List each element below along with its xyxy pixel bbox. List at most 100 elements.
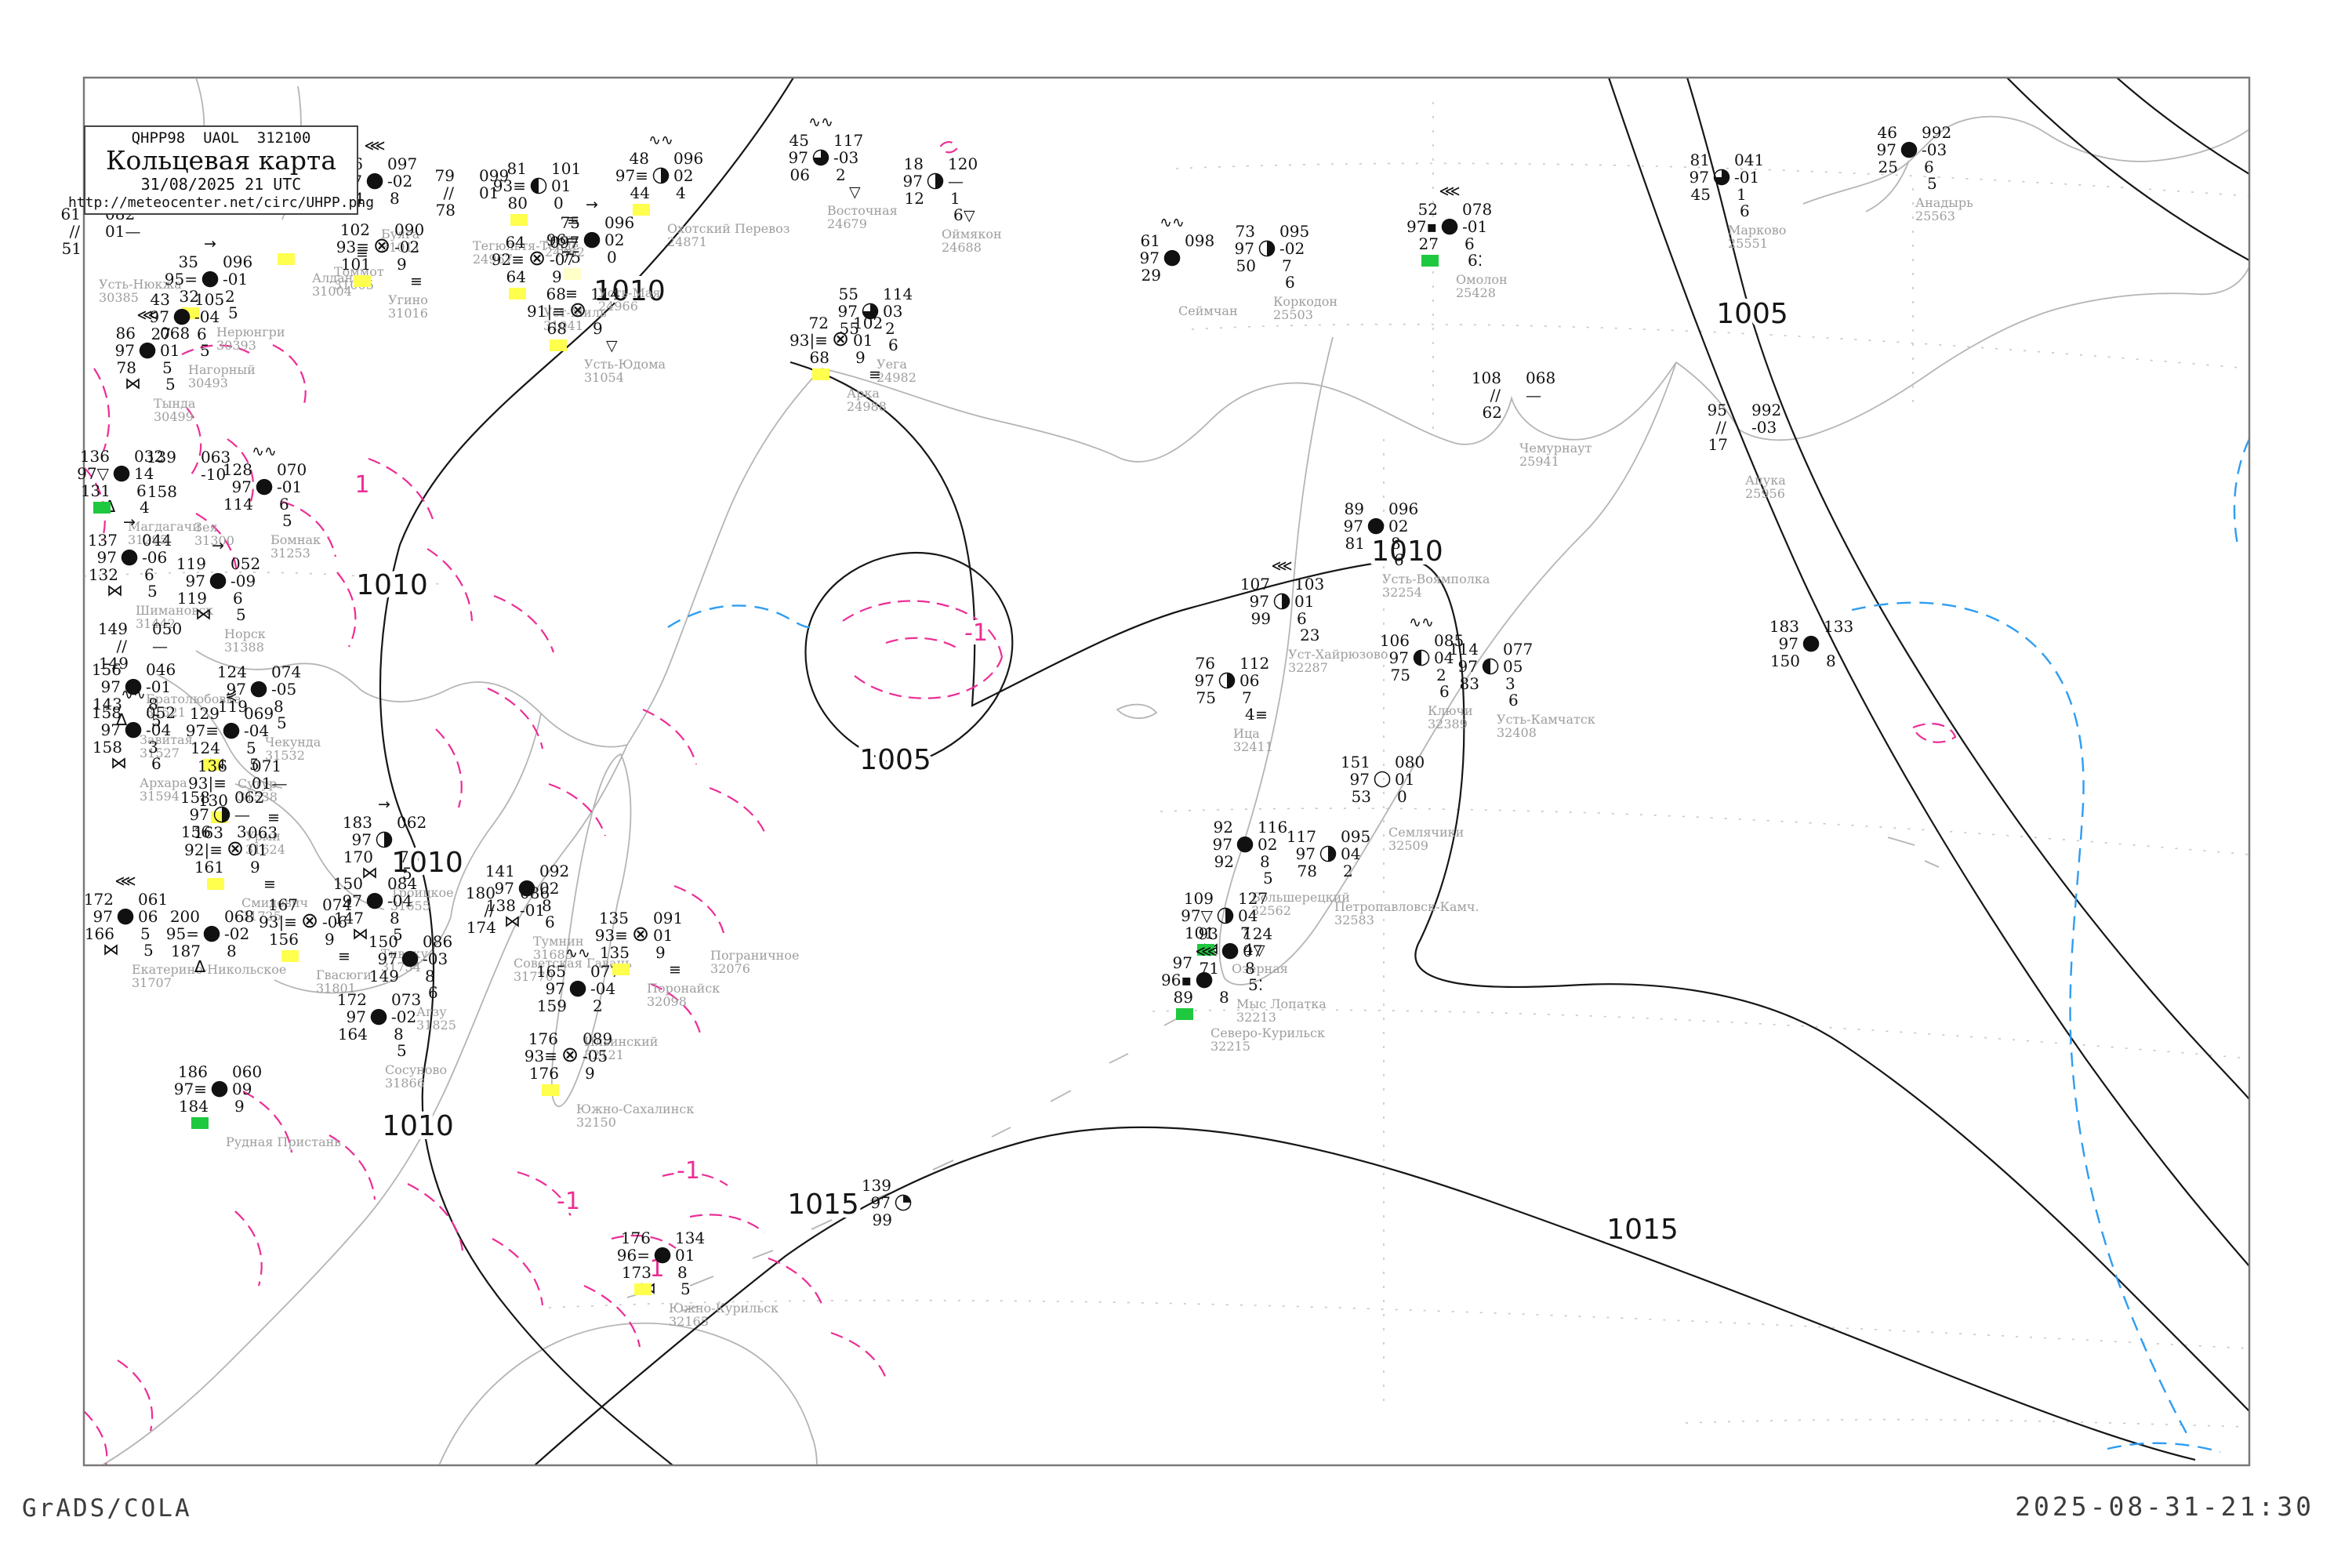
station-weather: 97 [1350,771,1370,787]
station-weather: 93|≡ [789,332,828,348]
station-wind-icon: ⋘ [114,873,136,889]
cloud-cover-icon: ◐ [1412,649,1431,665]
station-tendency: 01 [675,1247,695,1263]
cloud-cover-icon: ◑ [1218,672,1236,688]
station-temperature: 172 [84,891,114,907]
station-weather: 97 [115,343,135,358]
station-weather: // [1716,419,1726,435]
station-weather: 97 [1344,518,1363,534]
station-weather: 97 [378,951,397,967]
cloud-cover-icon: ◑ [926,172,945,188]
station-name-id: Норск31388 [224,627,266,654]
station-extra-value: 6 [151,756,162,771]
station-pressure: 044 [142,532,172,548]
station-wind-icon: ∿∿ [808,114,833,130]
station-temperature: 156 [92,662,122,677]
cloud-cover-icon: ⊗ [301,913,319,929]
station-weather: 97 [1690,169,1709,185]
precip-flag [633,204,650,216]
station-dewpoint: 50 [1236,258,1256,274]
station-tendency: -02 [391,1009,416,1025]
station-temperature: 128 [223,462,252,477]
station-name-id: Уст-Хайрюзово32287 [1288,648,1388,674]
station-name-id: Петропавловск-Камч.32583 [1334,900,1479,927]
station-tendency: -04 [244,723,269,739]
station-symbol-icon: ▽ [606,338,618,354]
station-tendency: -03 [1751,419,1777,435]
station-temperature: 43 [151,292,170,307]
precip-flag [634,1283,652,1295]
render-timestamp: 2025-08-31-21:30 [2015,1491,2314,1522]
station-cloud-amount: 2 [1436,667,1446,683]
cloud-cover-icon: ⊗ [227,841,245,857]
station-pressure: 992 [1922,125,1951,140]
station-cloud-amount: 9 [552,269,562,285]
station-weather: // [485,902,495,918]
station-cloud-amount: 2 [836,167,846,183]
station-dewpoint: 147 [334,910,364,926]
station-temperature: 176 [528,1031,558,1047]
station-weather: 97 [903,173,923,189]
station-pressure: 062 [234,789,264,805]
station-pressure: 050 [152,621,182,637]
map-title-box: QHPP98 UAOL 312100 Кольцевая карта 31/08… [84,125,358,215]
station-weather: 97 [1779,636,1798,652]
precip-flag [191,1117,209,1129]
station-weather: 97≡ [174,1081,207,1097]
station-dewpoint: 44 [630,185,650,201]
station-weather: 97≡ [615,168,648,183]
station-wind-icon: ⋘ [364,138,385,154]
station-name-id: Чемурнаут25941 [1519,441,1592,468]
station-cloud-amount: 9 [655,945,666,960]
station-extra-value: 5 [236,607,246,622]
station-tendency: 02 [1388,518,1408,534]
station-temperature: 102 [340,222,370,238]
station-cloud-amount: 3 [148,739,158,755]
cloud-cover-icon: ◑ [212,806,231,822]
station-cloud-amount: 6 [1924,159,1934,175]
station-wind-icon: ⋞ [225,688,238,703]
station-weather: 91|≡ [527,303,565,319]
cloud-cover-icon: ● [116,908,135,924]
station-tendency: -01 [520,902,545,918]
station-weather: 97▪ [1406,219,1437,234]
cloud-cover-icon: ● [120,549,139,564]
station-temperature: 141 [485,863,515,879]
station-extra-value: 5 [165,376,176,392]
station-tendency: 01 [1395,771,1414,787]
station-weather: // [70,223,80,239]
station-name-id: Усть-Юдома31054 [584,358,666,384]
station-temperature: 129 [190,706,220,721]
station-pressure: 097 [550,234,579,250]
station-weather: 95= [166,926,199,942]
station-dewpoint: 45 [1691,187,1711,202]
station-temperature: 52 [1418,201,1438,217]
station-weather: 92|≡ [184,842,223,858]
station-name-id: Уега24982 [877,358,916,384]
station-name-id: Усть-Воямполка32254 [1382,572,1490,599]
station-dewpoint: 06 [790,167,810,183]
station-weather: 96▪ [1161,972,1192,988]
station-weather: ⋘ [1196,943,1218,959]
station-symbol-icon: ⋈ [107,583,123,598]
station-weather: 97 [871,1195,891,1210]
station-symbol-icon: ▽ [849,184,861,200]
isobar-label: 1005 [859,744,931,776]
station-weather: 97 [93,909,113,924]
station-name-id: Нагорный30493 [188,363,256,390]
precip-flag [612,964,630,975]
station-temperature: 172 [337,992,367,1007]
station-pressure: 041 [1734,152,1764,168]
station-dewpoint: 68 [810,350,829,365]
station-weather: 97 [101,679,121,695]
station-pressure: 089 [583,1031,612,1047]
cloud-cover-icon: ● [401,950,419,966]
precip-flag [542,1084,559,1096]
station-cloud-amount: 9 [325,931,335,947]
station-temperature: 86 [116,325,136,341]
station-temperature: 45 [789,132,809,148]
station-symbol-icon: ▽ [964,208,975,223]
station-cloud-amount: 2 [593,998,603,1014]
station-cloud-amount: 8 [390,191,400,206]
cloud-cover-icon: ● [653,1247,672,1262]
